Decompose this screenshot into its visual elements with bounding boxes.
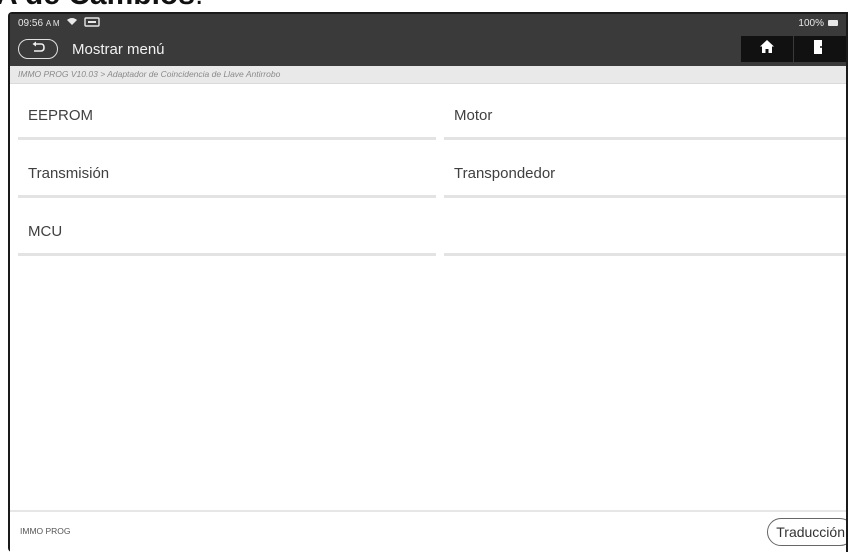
battery-icon [828,20,838,26]
exit-icon [814,39,828,59]
clock-ampm: A M [45,18,60,28]
battery-percent: 100% [798,17,824,29]
menu-item-transpondedor[interactable]: Transpondedor [444,150,846,198]
exit-button[interactable] [793,36,846,62]
home-icon [760,40,774,58]
tablet-frame: 09:56 A M 100% Mostrar menú IMMO PROG V1… [8,12,848,552]
document-heading-text: A de Cambios [0,0,195,11]
footer-label: IMMO PROG [20,526,71,536]
breadcrumb: IMMO PROG V10.03 > Adaptador de Coincide… [10,66,846,84]
menu-item-motor[interactable]: Motor [444,92,846,140]
menu-item-mcu[interactable]: MCU [18,208,436,256]
document-heading: A de Cambios. [0,0,203,12]
status-bar: 09:56 A M 100% [10,14,846,32]
page-title: Mostrar menú [72,40,165,58]
translate-button[interactable]: Traducción [767,518,846,546]
vci-icon [83,16,100,30]
home-button[interactable] [740,36,793,62]
back-button[interactable] [18,39,58,59]
title-actions [740,36,846,62]
clock-time: 09:56 [18,17,44,29]
title-bar: Mostrar menú [10,32,846,66]
clock: 09:56 A M [18,18,60,29]
back-arrow-icon [31,40,45,58]
menu-item-transmision[interactable]: Transmisión [18,150,436,198]
menu-item-eeprom[interactable]: EEPROM [18,92,436,140]
app-screen: 09:56 A M 100% Mostrar menú IMMO PROG V1… [10,14,846,552]
document-heading-suffix: . [195,0,203,11]
menu-item-empty [444,208,846,256]
footer-bar: IMMO PROG Traducción [10,510,846,552]
wifi-icon [66,17,78,29]
